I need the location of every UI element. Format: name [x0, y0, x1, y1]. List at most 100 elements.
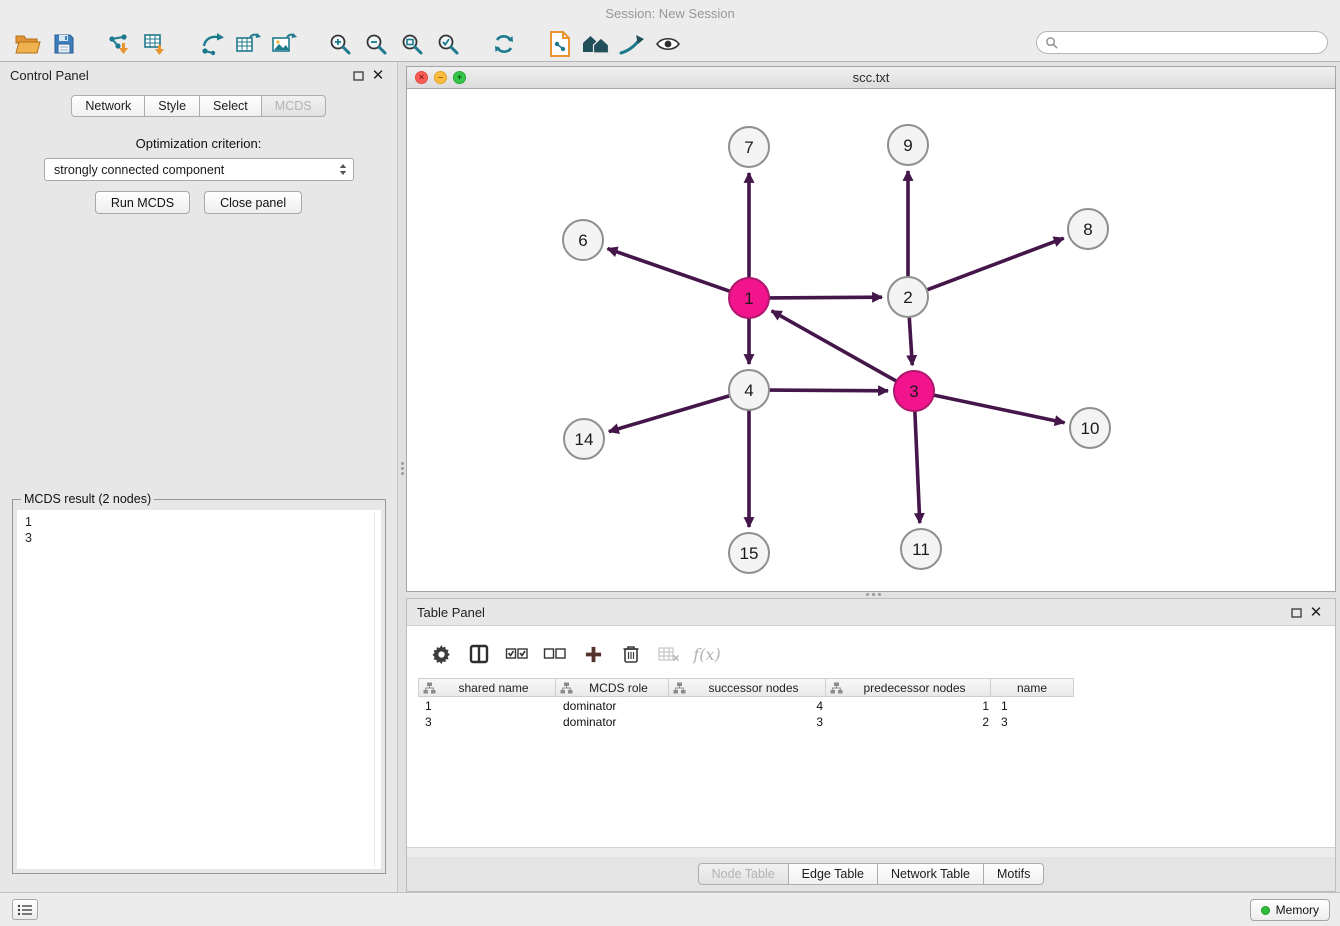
open-file-button[interactable]	[10, 29, 46, 59]
network-view-window: × – + scc.txt 7968124314101511	[406, 66, 1336, 592]
column-label: predecessor nodes	[843, 681, 986, 695]
export-network-button[interactable]	[194, 29, 230, 59]
zoom-fit-button[interactable]	[394, 29, 430, 59]
table-panel: Table Panel ✕	[406, 598, 1336, 892]
tab-edge-table[interactable]: Edge Table	[788, 863, 878, 885]
column-header-mcds-role[interactable]: MCDS role	[555, 678, 669, 697]
show-column-button[interactable]	[463, 638, 495, 670]
network-canvas[interactable]: 7968124314101511	[407, 89, 1335, 591]
apply-style-button[interactable]	[614, 29, 650, 59]
window-title: Session: New Session	[605, 6, 734, 21]
export-table-button[interactable]	[230, 29, 266, 59]
graph-edge-1-2[interactable]	[768, 297, 882, 298]
new-network-from-selection-button[interactable]	[542, 29, 578, 59]
graph-edge-3-10[interactable]	[933, 395, 1065, 423]
control-panel: Control Panel ✕ Network Style Select MCD…	[0, 62, 398, 892]
window-zoom-button[interactable]: +	[453, 71, 466, 84]
run-mcds-button[interactable]: Run MCDS	[95, 191, 190, 214]
graph-edge-1-6[interactable]	[608, 249, 732, 292]
tab-mcds[interactable]: MCDS	[261, 95, 326, 117]
graph-edge-3-1[interactable]	[772, 311, 898, 382]
table-row[interactable]: 1 dominator 4 1 1	[419, 698, 1079, 714]
tab-motifs[interactable]: Motifs	[983, 863, 1044, 885]
zoom-selected-button[interactable]	[430, 29, 466, 59]
zoom-in-button[interactable]	[322, 29, 358, 59]
refresh-button[interactable]	[486, 29, 522, 59]
control-panel-close-button[interactable]: ✕	[369, 67, 387, 85]
zoom-in-icon	[328, 32, 352, 56]
export-image-button[interactable]	[266, 29, 302, 59]
control-panel-float-button[interactable]	[349, 67, 367, 85]
criterion-dropdown[interactable]: strongly connected component	[44, 158, 354, 181]
float-window-icon	[353, 71, 364, 81]
table-panel-float-button[interactable]	[1287, 604, 1305, 622]
close-panel-button[interactable]: Close panel	[204, 191, 302, 214]
main-toolbar	[0, 26, 1340, 62]
plus-icon: +	[457, 73, 462, 82]
vertical-splitter[interactable]	[399, 62, 406, 892]
graph-node-label-9: 9	[903, 136, 912, 155]
export-image-icon	[271, 32, 297, 56]
table-panel-close-button[interactable]: ✕	[1307, 604, 1325, 622]
refresh-icon	[492, 32, 516, 56]
mcds-result-list: 1 3	[17, 510, 381, 869]
graph-edge-2-3[interactable]	[909, 316, 912, 365]
column-header-name[interactable]: name	[990, 678, 1074, 697]
column-label: successor nodes	[686, 681, 821, 695]
window-close-button[interactable]: ×	[415, 71, 428, 84]
delete-button[interactable]	[615, 638, 647, 670]
import-table-button[interactable]	[138, 29, 174, 59]
cell-shared-name: 1	[419, 699, 557, 713]
task-history-button[interactable]	[12, 899, 38, 920]
graph-edge-4-3[interactable]	[768, 390, 888, 391]
column-header-predecessor-nodes[interactable]: predecessor nodes	[825, 678, 991, 697]
plus-icon	[584, 645, 603, 664]
cell-successor-nodes: 4	[671, 699, 829, 713]
mcds-result-title: MCDS result (2 nodes)	[21, 492, 154, 506]
tab-network[interactable]: Network	[71, 95, 145, 117]
search-input[interactable]	[1063, 36, 1319, 50]
control-panel-tabs: Network Style Select MCDS	[71, 95, 325, 117]
column-header-successor-nodes[interactable]: successor nodes	[668, 678, 826, 697]
table-row[interactable]: 3 dominator 3 2 3	[419, 714, 1079, 730]
zoom-out-button[interactable]	[358, 29, 394, 59]
search-icon	[1045, 36, 1058, 49]
import-table-icon	[143, 32, 169, 56]
network-graph[interactable]: 7968124314101511	[407, 89, 1335, 591]
cell-name: 1	[995, 699, 1079, 713]
add-button[interactable]	[577, 638, 609, 670]
tab-node-table[interactable]: Node Table	[698, 863, 789, 885]
float-window-icon	[1291, 608, 1302, 618]
function-builder-button[interactable]: f(x)	[691, 638, 723, 670]
column-header-shared-name[interactable]: shared name	[418, 678, 556, 697]
show-hide-button[interactable]	[650, 29, 686, 59]
deselect-all-button[interactable]	[539, 638, 571, 670]
close-icon: ✕	[1310, 605, 1323, 620]
checked-boxes-icon	[505, 647, 529, 661]
window-titlebar: Session: New Session	[0, 0, 1340, 26]
graph-node-label-15: 15	[740, 544, 759, 563]
delete-table-button[interactable]	[653, 638, 685, 670]
cell-predecessor-nodes: 1	[829, 699, 995, 713]
window-minimize-button[interactable]: –	[434, 71, 447, 84]
graph-edge-4-14[interactable]	[609, 395, 731, 431]
zoom-selected-icon	[436, 32, 460, 56]
graph-edge-2-8[interactable]	[926, 238, 1064, 290]
graph-edge-3-11[interactable]	[915, 410, 920, 523]
import-network-button[interactable]	[102, 29, 138, 59]
graph-node-label-3: 3	[909, 382, 918, 401]
tree-icon	[423, 682, 436, 694]
folder-open-icon	[15, 33, 41, 55]
memory-button[interactable]: Memory	[1250, 899, 1330, 921]
tab-network-table[interactable]: Network Table	[877, 863, 984, 885]
select-all-button[interactable]	[501, 638, 533, 670]
tab-style[interactable]: Style	[144, 95, 200, 117]
save-button[interactable]	[46, 29, 82, 59]
search-field[interactable]	[1036, 31, 1328, 54]
minimize-icon: –	[438, 73, 443, 82]
graph-node-label-4: 4	[744, 381, 753, 400]
stepper-arrows-icon	[339, 163, 347, 176]
tab-select[interactable]: Select	[199, 95, 262, 117]
table-settings-button[interactable]	[425, 638, 457, 670]
first-neighbors-button[interactable]	[578, 29, 614, 59]
